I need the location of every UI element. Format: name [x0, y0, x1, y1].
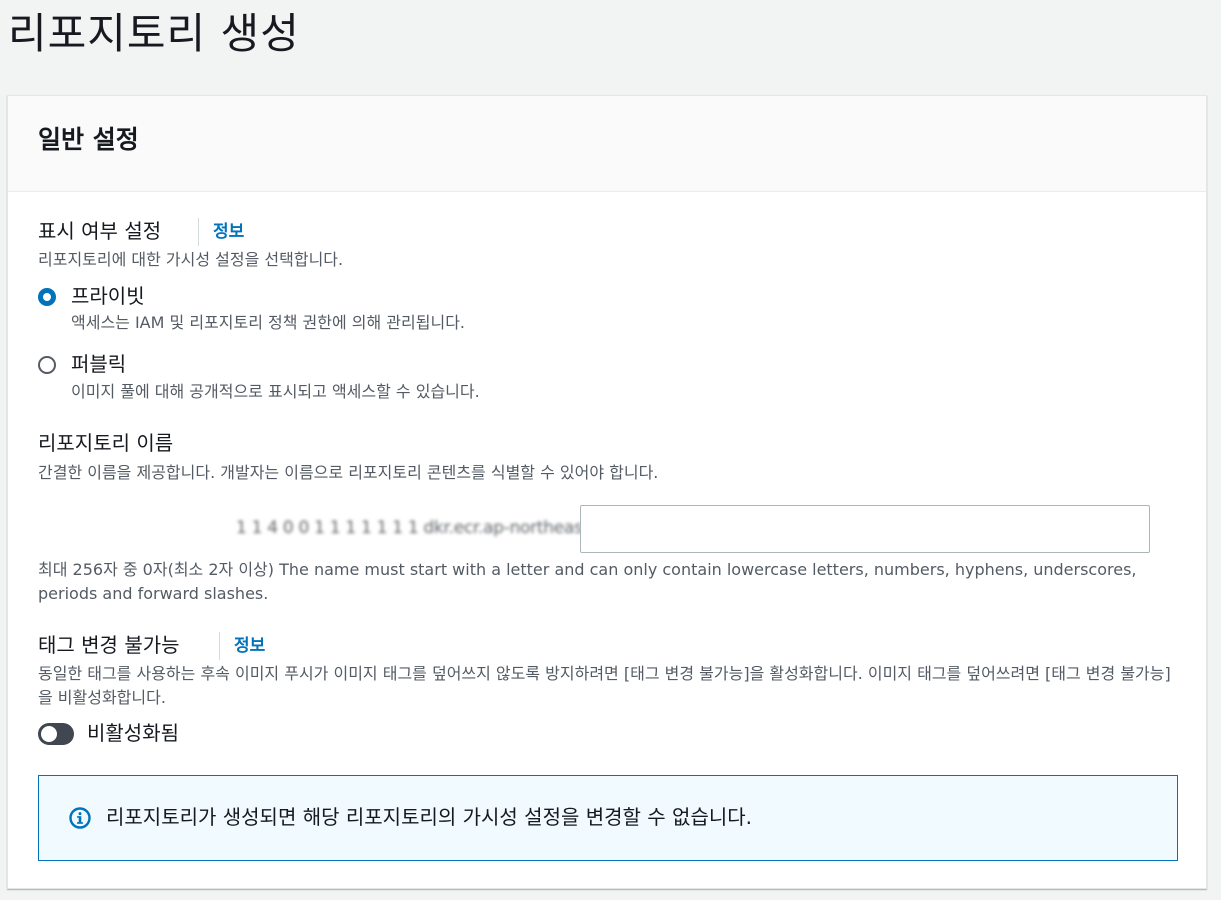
info-icon — [69, 807, 91, 829]
panel-title: 일반 설정 — [38, 125, 139, 154]
radio-public-label[interactable]: 퍼블릭 — [71, 350, 126, 378]
panel-header: 일반 설정 — [8, 96, 1206, 192]
tag-immutability-toggle[interactable] — [38, 723, 74, 745]
radio-private-label[interactable]: 프라이빗 — [71, 282, 145, 310]
repository-name-description: 간결한 이름을 제공합니다. 개발자는 이름으로 리포지토리 콘텐츠를 식별할 … — [38, 463, 659, 482]
toggle-knob — [41, 726, 57, 742]
general-settings-panel: 일반 설정 표시 여부 설정 정보 리포지토리에 대한 가시성 설정을 선택합니… — [7, 95, 1207, 889]
page-title: 리포지토리 생성 — [8, 9, 300, 58]
info-alert: 리포지토리가 생성되면 해당 리포지토리의 가시성 설정을 변경할 수 없습니다… — [38, 775, 1178, 861]
repository-name-constraint: 최대 256자 중 0자(최소 2자 이상) The name must sta… — [38, 560, 1137, 603]
radio-private[interactable] — [38, 288, 56, 306]
repository-name-input[interactable] — [580, 505, 1150, 553]
radio-public-description: 이미지 풀에 대해 공개적으로 표시되고 액세스할 수 있습니다. — [71, 382, 480, 401]
info-alert-text: 리포지토리가 생성되면 해당 리포지토리의 가시성 설정을 변경할 수 없습니다… — [106, 805, 753, 829]
radio-public[interactable] — [38, 356, 56, 374]
tag-immutability-toggle-label: 비활성화됨 — [87, 721, 179, 745]
tag-immutability-description: 동일한 태그를 사용하는 후속 이미지 푸시가 이미지 태그를 덮어쓰지 않도록… — [38, 664, 1171, 707]
repository-name-label: 리포지토리 이름 — [38, 431, 174, 455]
visibility-info-link[interactable]: 정보 — [198, 218, 244, 246]
tag-immutability-label: 태그 변경 불가능 — [38, 633, 180, 657]
tag-immutability-info-link[interactable]: 정보 — [219, 632, 265, 660]
visibility-label: 표시 여부 설정 — [38, 219, 162, 243]
visibility-description: 리포지토리에 대한 가시성 설정을 선택합니다. — [38, 250, 344, 269]
radio-private-description: 액세스는 IAM 및 리포지토리 정책 권한에 의해 관리됩니다. — [71, 313, 465, 332]
